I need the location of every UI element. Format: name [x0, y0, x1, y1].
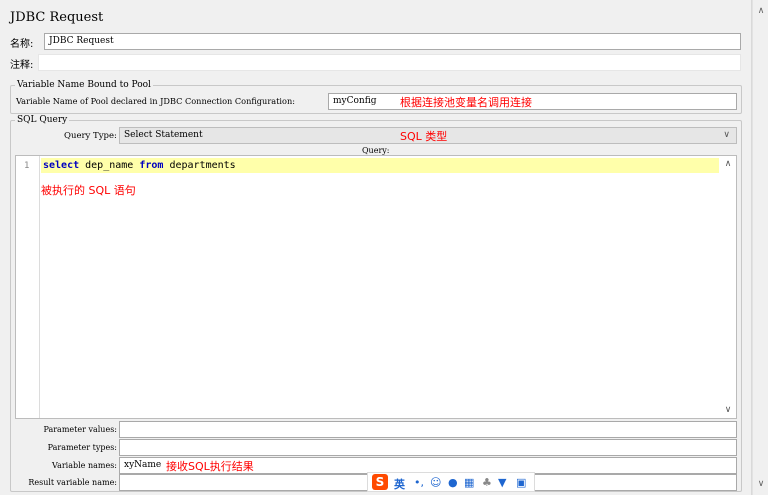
- panel-title: JDBC Request: [10, 10, 104, 25]
- sql-editor[interactable]: 1 select dep_name from departments 被执行的 …: [15, 155, 737, 419]
- chevron-down-icon: ∨: [723, 130, 730, 140]
- sql-text-columns: dep_name: [79, 160, 140, 171]
- punctuation-icon[interactable]: •,: [414, 476, 424, 489]
- sql-query-legend: SQL Query: [15, 115, 70, 125]
- scroll-down-arrow-icon[interactable]: ∨: [753, 477, 768, 491]
- skin-icon[interactable]: ▼: [498, 476, 506, 489]
- pool-name-input[interactable]: myConfig: [328, 93, 737, 110]
- pool-group-legend: Variable Name Bound to Pool: [15, 80, 153, 90]
- ime-lang-toggle[interactable]: 英: [394, 476, 405, 492]
- query-label: Query:: [362, 146, 390, 155]
- sql-code-note: 被执行的 SQL 语句: [41, 184, 136, 197]
- sogou-logo-icon[interactable]: S: [372, 474, 388, 490]
- parameter-values-input[interactable]: [119, 421, 737, 438]
- grid-menu-icon[interactable]: ▣: [516, 476, 526, 489]
- chevron-down-icon[interactable]: ∨: [720, 405, 736, 415]
- pool-name-note: 根据连接池变量名调用连接: [400, 96, 532, 109]
- line-gutter: 1: [16, 156, 40, 418]
- parameter-types-label: Parameter types:: [47, 443, 117, 452]
- emoji-icon[interactable]: ☺: [430, 476, 441, 489]
- name-input[interactable]: JDBC Request: [44, 33, 741, 50]
- sql-keyword-from: from: [139, 160, 164, 171]
- query-type-note: SQL 类型: [400, 130, 448, 143]
- chevron-up-icon[interactable]: ∧: [720, 159, 736, 169]
- parameter-values-label: Parameter values:: [43, 425, 117, 434]
- variable-names-note: 接收SQL执行结果: [166, 460, 254, 473]
- scroll-up-arrow-icon[interactable]: ∧: [753, 4, 768, 18]
- jdbc-request-panel: JDBC Request 名称: JDBC Request 注释: Variab…: [0, 0, 752, 495]
- page-scrollbar[interactable]: ∧ ∨: [752, 0, 768, 495]
- query-type-value: Select Statement: [124, 130, 203, 140]
- result-variable-name-label: Result variable name:: [28, 478, 117, 487]
- query-type-label: Query Type:: [64, 131, 117, 141]
- editor-scrollbar[interactable]: ∧ ∨: [720, 156, 736, 418]
- comments-label: 注释:: [10, 60, 34, 71]
- keyboard-icon[interactable]: ▦: [464, 476, 474, 489]
- sql-code[interactable]: select dep_name from departments: [43, 160, 236, 171]
- parameter-types-input[interactable]: [119, 439, 737, 456]
- comments-input[interactable]: [38, 54, 741, 71]
- name-label: 名称:: [10, 39, 34, 50]
- sql-keyword-select: select: [43, 160, 80, 171]
- microphone-icon[interactable]: ●: [448, 476, 458, 489]
- sql-text-table: departments: [163, 160, 236, 171]
- ime-toolbar[interactable]: S 英 •, ☺ ● ▦ ♣ ▼ ▣: [367, 472, 535, 492]
- line-number: 1: [24, 161, 30, 171]
- variable-names-label: Variable names:: [52, 461, 117, 470]
- pool-name-label: Variable Name of Pool declared in JDBC C…: [16, 96, 295, 106]
- tools-icon[interactable]: ♣: [482, 476, 492, 489]
